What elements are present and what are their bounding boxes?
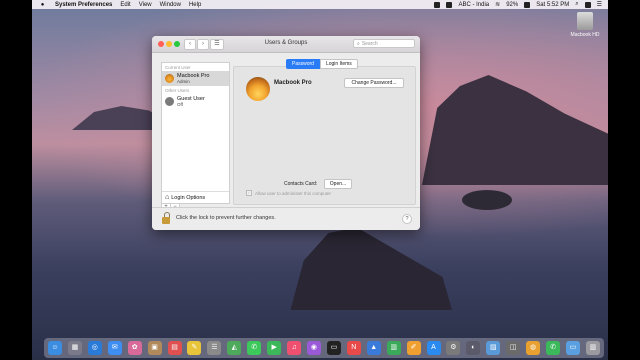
dock-news-icon[interactable]: N — [346, 341, 361, 355]
menu-edit[interactable]: Edit — [120, 2, 130, 8]
menu-view[interactable]: View — [139, 2, 152, 8]
dock-photos-icon[interactable]: ✿ — [127, 341, 142, 355]
sidebar-item-guest-user[interactable]: Guest User Off — [162, 94, 229, 109]
clock[interactable]: Sat 5:52 PM — [536, 2, 569, 8]
dock-system-preferences-icon[interactable]: ⚙ — [446, 341, 461, 355]
wallpaper-cliff — [422, 75, 608, 185]
dock-screenshot-icon[interactable]: ◫ — [506, 341, 521, 355]
lock-icon[interactable] — [161, 212, 171, 224]
help-button[interactable]: ? — [402, 214, 412, 224]
desktop-drive[interactable]: Macbook HD — [563, 12, 607, 38]
pane-user-name: Macbook Pro — [274, 80, 312, 86]
user-role: Off — [177, 102, 183, 107]
dock-quicktime-icon[interactable]: ◐ — [466, 341, 481, 355]
other-users-header: Other Users — [165, 88, 190, 93]
dock-numbers-icon[interactable]: ▥ — [386, 341, 401, 355]
dock-mail-icon[interactable]: ✉ — [107, 341, 122, 355]
dock-tv-icon[interactable]: ▭ — [326, 341, 341, 355]
menu-app-name[interactable]: System Preferences — [55, 2, 112, 8]
login-options-button[interactable]: ⌂ Login Options — [162, 191, 229, 203]
dock-keynote-icon[interactable]: ▲ — [366, 341, 381, 355]
dock-launchpad-icon[interactable]: ▦ — [67, 341, 82, 355]
tab-password[interactable]: Password — [286, 59, 320, 69]
checkbox-icon: ✓ — [246, 190, 252, 196]
menu-bar: ● System Preferences Edit View Window He… — [32, 0, 608, 9]
user-picture[interactable] — [246, 77, 270, 101]
home-icon: ⌂ — [165, 194, 170, 201]
input-source[interactable]: ABC - India — [458, 2, 489, 8]
dock-maps-icon[interactable]: ◭ — [227, 341, 242, 355]
dock-reminders-icon[interactable]: ☰ — [207, 341, 222, 355]
flag-icon[interactable] — [446, 1, 453, 8]
lock-text: Click the lock to prevent further change… — [176, 215, 276, 221]
dock-music-icon[interactable]: ♫ — [287, 341, 302, 355]
search-placeholder: Search — [361, 41, 378, 47]
dock-notes-icon[interactable]: ✎ — [187, 341, 202, 355]
pane-tabs: Password Login Items — [286, 59, 358, 69]
title-bar: ‹ › ☰ Users & Groups ⌕ Search — [152, 36, 420, 53]
change-password-button[interactable]: Change Password... — [344, 78, 404, 88]
contacts-card-label: Contacts Card: — [284, 181, 318, 187]
spotlight-icon[interactable]: ⌕ — [575, 1, 578, 8]
dock-podcasts-icon[interactable]: ◉ — [306, 341, 321, 355]
open-contacts-button[interactable]: Open... — [324, 179, 352, 189]
current-user-header: Current User — [165, 65, 191, 70]
screen-record-icon[interactable] — [434, 1, 441, 8]
wallpaper-rock — [462, 190, 512, 210]
dock-safari-icon[interactable]: ◎ — [87, 341, 102, 355]
status-area: ABC - India ≋ 92% Sat 5:52 PM ⌕ ☰ — [428, 1, 602, 8]
user-detail-pane: Macbook Pro Change Password... Contacts … — [233, 66, 416, 205]
dock-messages-icon[interactable]: ✆ — [247, 341, 262, 355]
hard-drive-icon — [577, 12, 593, 30]
avatar — [165, 97, 174, 106]
dock-whatsapp-icon[interactable]: ✆ — [546, 341, 561, 355]
login-options-label: Login Options — [171, 194, 206, 201]
dock-finder-icon[interactable]: ☺ — [48, 341, 62, 355]
dock-trash-icon[interactable]: ▥ — [585, 341, 600, 355]
user-role: Admin — [177, 79, 190, 84]
battery-icon[interactable] — [524, 1, 531, 8]
dock-chrome-icon[interactable]: ◍ — [526, 341, 541, 355]
allow-admin-label: Allow user to administer this computer — [255, 190, 332, 196]
dock-contacts-icon[interactable]: ▣ — [147, 341, 162, 355]
notification-center-icon[interactable]: ☰ — [597, 1, 602, 8]
users-groups-window: ‹ › ☰ Users & Groups ⌕ Search Current Use… — [152, 36, 420, 230]
drive-label: Macbook HD — [570, 32, 600, 38]
allow-admin-checkbox[interactable]: ✓ Allow user to administer this computer — [246, 190, 331, 196]
dock-calendar-icon[interactable]: ▤ — [167, 341, 182, 355]
dock-folder-icon[interactable]: ▭ — [565, 341, 580, 355]
window-footer: Click the lock to prevent further change… — [152, 207, 420, 230]
users-sidebar: Current User Macbook Pro Admin Other Use… — [161, 62, 230, 204]
dock-facetime-icon[interactable]: ▶ — [267, 341, 282, 355]
battery-percent[interactable]: 92% — [506, 2, 518, 8]
tab-login-items[interactable]: Login Items — [319, 59, 358, 69]
dock-app-store-icon[interactable]: A — [426, 341, 441, 355]
sidebar-item-current-user[interactable]: Macbook Pro Admin — [162, 71, 229, 86]
apple-menu-icon[interactable]: ● — [38, 2, 47, 8]
siri-icon[interactable] — [584, 1, 591, 8]
dock-preview-icon[interactable]: ▨ — [486, 341, 501, 355]
dock: ☺ ▦ ◎ ✉ ✿ ▣ ▤ ✎ ☰ ◭ ✆ ▶ ♫ ◉ ▭ N ▲ ▥ ✐ A ⚙ ◐ ▨ ◫ ◍ ✆ ▭ ▥ — [44, 338, 604, 358]
wifi-icon[interactable]: ≋ — [495, 1, 500, 8]
search-icon: ⌕ — [357, 41, 360, 47]
search-input[interactable]: ⌕ Search — [353, 39, 415, 48]
menu-help[interactable]: Help — [189, 2, 201, 8]
menu-window[interactable]: Window — [160, 2, 181, 8]
dock-pages-icon[interactable]: ✐ — [406, 341, 421, 355]
avatar — [165, 74, 174, 83]
